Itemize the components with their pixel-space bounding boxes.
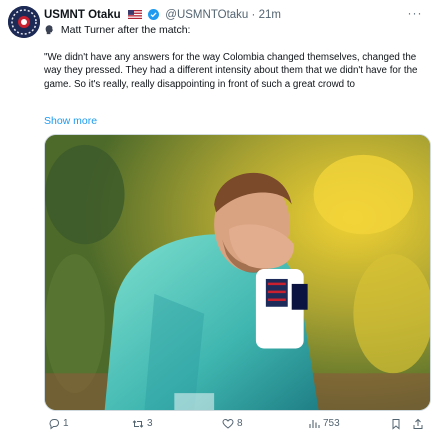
views-button[interactable]: 753	[308, 416, 340, 432]
views-icon	[309, 420, 320, 428]
reply-icon	[49, 419, 60, 430]
subline-text: Matt Turner after the match:	[60, 24, 191, 36]
more-icon[interactable]: ···	[407, 7, 423, 21]
repost-count: 3	[147, 418, 153, 429]
action-bar: 1 3 8 753	[44, 416, 429, 432]
usa-flag-icon	[127, 10, 142, 19]
like-count: 8	[237, 418, 243, 429]
like-button[interactable]: 8	[222, 416, 243, 432]
timestamp[interactable]: 21m	[259, 9, 281, 21]
tweet-text: "We didn't have any answers for the way …	[44, 52, 418, 90]
like-icon	[222, 418, 234, 429]
repost-icon	[132, 420, 144, 428]
views-count: 753	[323, 418, 340, 429]
author-name[interactable]: USMNT Otaku	[44, 9, 121, 21]
bookmark-icon	[392, 419, 400, 430]
tweet-photo[interactable]	[44, 134, 431, 411]
share-button[interactable]	[412, 416, 427, 432]
bookmark-button[interactable]	[390, 416, 405, 432]
reply-button[interactable]: 1	[48, 416, 69, 432]
speaking-head-icon	[45, 25, 54, 35]
separator-dot: ·	[251, 9, 256, 21]
repost-button[interactable]: 3	[132, 416, 153, 432]
avatar-image	[8, 6, 40, 38]
author-handle[interactable]: @USMNTOtaku	[165, 9, 248, 21]
share-icon	[413, 418, 423, 429]
show-more-link[interactable]: Show more	[44, 115, 97, 128]
tweet-header: USMNT Otaku @USMNTOtaku · 21m	[44, 7, 423, 23]
photo-image	[45, 135, 430, 410]
reply-count: 1	[63, 418, 69, 429]
tweet-subline: Matt Turner after the match:	[44, 23, 190, 38]
avatar[interactable]	[8, 6, 40, 38]
verified-badge-icon	[148, 9, 160, 20]
